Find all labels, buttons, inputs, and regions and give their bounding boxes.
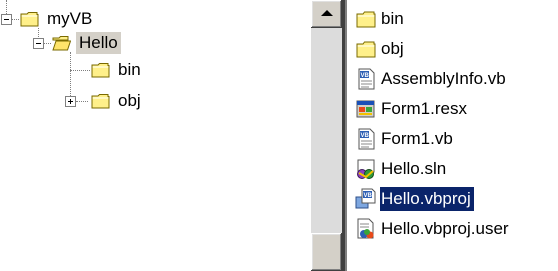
tree-line: [6, 0, 7, 14]
list-item[interactable]: VB AssemblyInfo.vb: [355, 65, 509, 93]
tree-line: [12, 19, 19, 20]
expand-toggle-obj[interactable]: [65, 96, 76, 107]
collapse-toggle-hello[interactable]: [33, 38, 44, 49]
solution-file-icon: [357, 159, 375, 179]
tree-node-hello[interactable]: Hello: [52, 32, 121, 54]
vertical-scrollbar[interactable]: [311, 0, 342, 271]
file-name: Hello.vbproj.user: [381, 219, 509, 238]
file-list: bin obj VB AssemblyInfo.vb Form1.resx VB…: [355, 0, 558, 271]
panel-divider: [345, 0, 347, 271]
file-name: obj: [381, 39, 404, 58]
tree-node-label: Hello: [76, 32, 121, 54]
list-item[interactable]: Hello.vbproj.user: [355, 215, 512, 243]
tree-node-bin[interactable]: bin: [91, 59, 144, 81]
list-item[interactable]: obj: [355, 35, 407, 63]
vb-file-icon: VB: [358, 68, 375, 90]
folder-closed-icon: [20, 11, 39, 27]
tree-node-label: myVB: [47, 9, 93, 28]
vb-project-icon: VB: [355, 188, 376, 209]
scroll-up-button[interactable]: [311, 0, 342, 28]
tree-line: [70, 70, 90, 71]
svg-text:VB: VB: [361, 73, 370, 79]
tree-node-label: bin: [118, 60, 141, 79]
tree-line: [44, 43, 51, 44]
vb-file-icon: VB: [358, 128, 375, 150]
minus-icon: [36, 43, 41, 44]
folder-open-icon: [52, 35, 71, 51]
folder-tree: myVB Hello bin obj: [0, 0, 300, 271]
list-item-selected[interactable]: VB Hello.vbproj: [355, 185, 474, 213]
folder-icon: [356, 41, 376, 58]
minus-icon: [4, 19, 9, 20]
collapse-toggle-myvb[interactable]: [1, 14, 12, 25]
folder-closed-icon: [91, 62, 110, 78]
file-name: AssemblyInfo.vb: [381, 69, 506, 88]
tree-node-obj[interactable]: obj: [91, 90, 144, 112]
list-item[interactable]: bin: [355, 5, 407, 33]
file-name: bin: [381, 9, 404, 28]
tree-node-myvb[interactable]: myVB: [20, 8, 95, 30]
list-item[interactable]: Hello.sln: [355, 155, 449, 183]
file-name: Form1.vb: [381, 129, 453, 148]
tree-line: [76, 101, 88, 102]
file-name: Hello.vbproj: [380, 187, 474, 211]
svg-text:VB: VB: [364, 193, 373, 199]
project-user-file-icon: [357, 218, 374, 239]
file-name: Form1.resx: [381, 99, 467, 118]
tree-line: [70, 52, 71, 96]
list-item[interactable]: VB Form1.vb: [355, 125, 456, 153]
arrow-up-icon: [321, 10, 333, 16]
folder-closed-icon: [91, 93, 110, 109]
scrollbar-thumb[interactable]: [311, 233, 342, 271]
file-name: Hello.sln: [381, 159, 447, 178]
svg-text:VB: VB: [361, 133, 370, 139]
tree-node-label: obj: [118, 91, 141, 110]
list-item[interactable]: Form1.resx: [355, 95, 470, 123]
folder-icon: [356, 11, 376, 28]
resx-file-icon: [356, 100, 375, 118]
